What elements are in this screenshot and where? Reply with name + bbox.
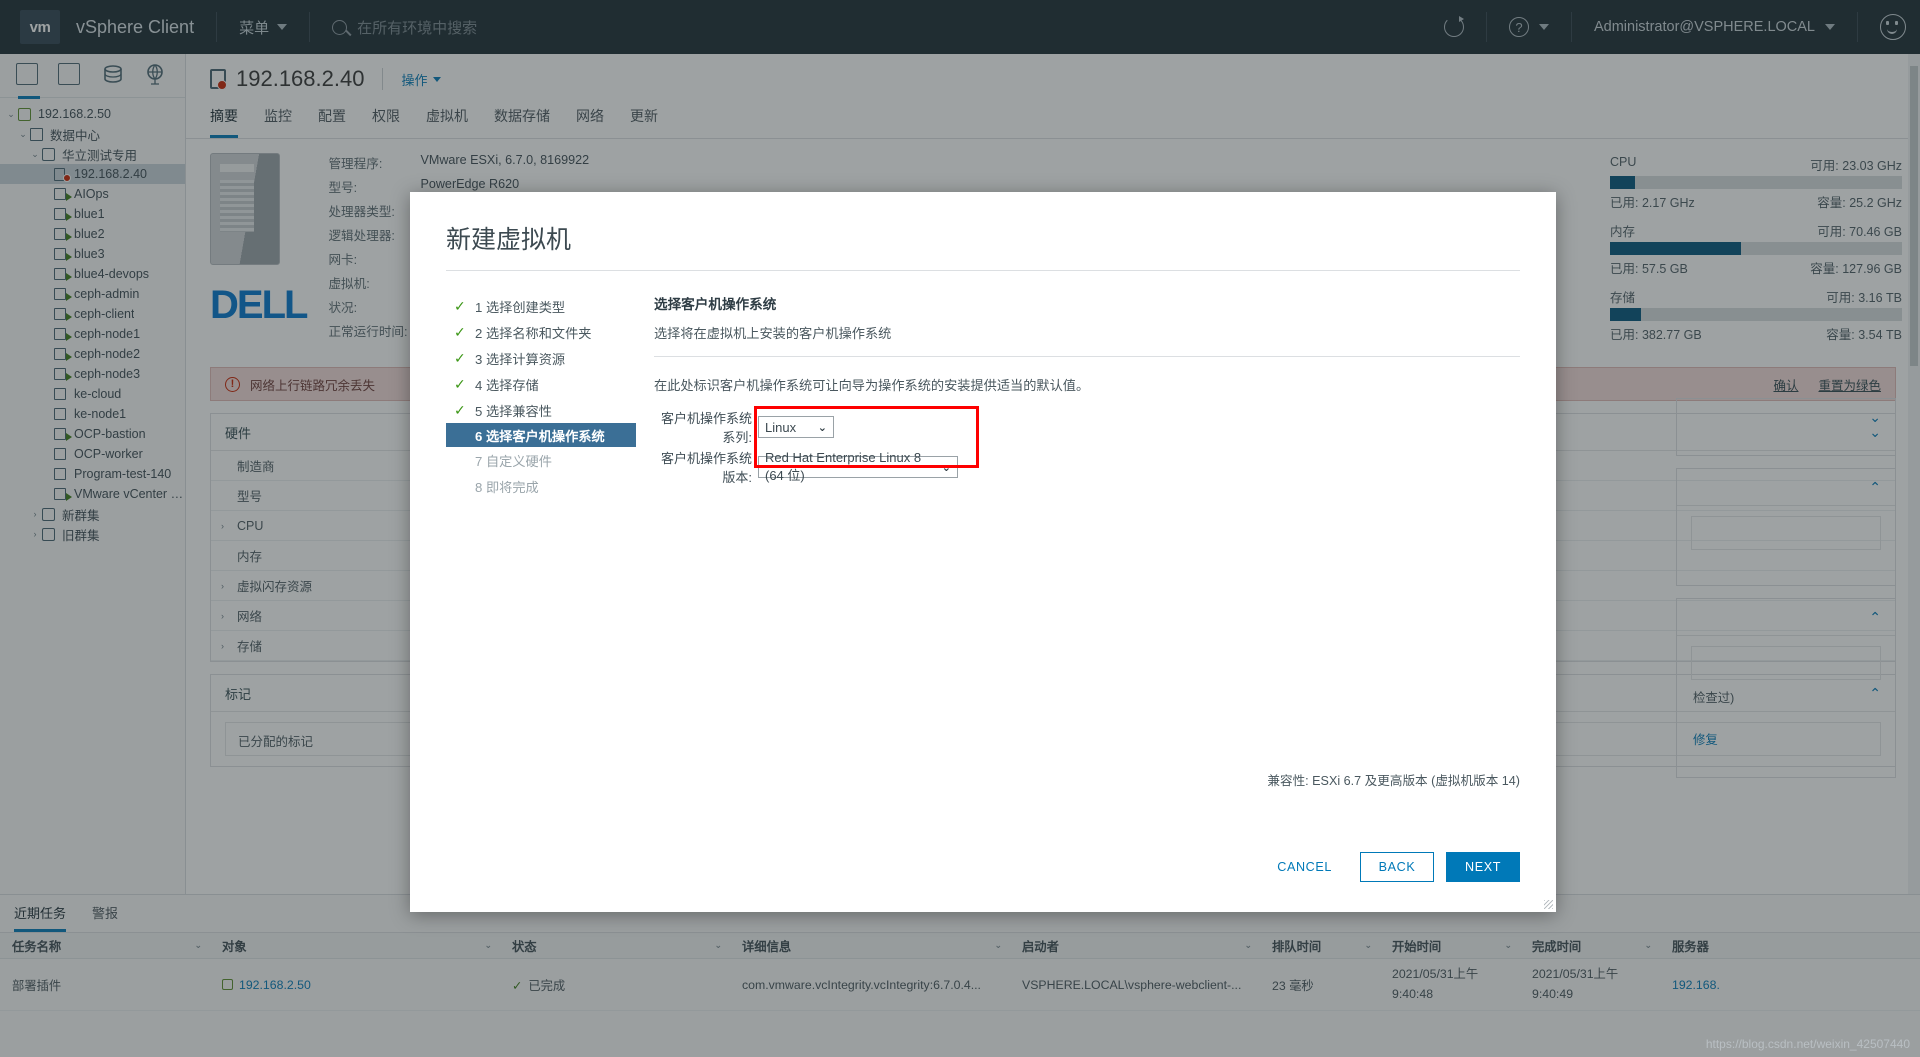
guest-os-family-label: 客户机操作系统系列: [660, 411, 752, 445]
wizard-step-label: 6 选择客户机操作系统 [475, 428, 605, 444]
wizard-step-label: 8 即将完成 [475, 479, 539, 495]
guest-os-version-value: Red Hat Enterprise Linux 8 (64 位) [765, 450, 922, 483]
back-button[interactable]: BACK [1360, 852, 1434, 882]
check-icon: ✓ [454, 375, 466, 392]
wizard-steps[interactable]: ✓ 1 选择创建类型 ✓ 2 选择名称和文件夹 ✓ 3 选择计算资源 ✓ 4 选择存储 ✓ 5 选… [446, 293, 636, 499]
dialog-footer: CANCEL BACK NEXT [1261, 852, 1520, 882]
wizard-step-label: 5 选择兼容性 [475, 403, 552, 419]
wizard-step[interactable]: 6 选择客户机操作系统 [446, 423, 636, 447]
wizard-step[interactable]: ✓ 4 选择存储 [446, 371, 636, 397]
watermark: https://blog.csdn.net/weixin_42507440 [1705, 1037, 1910, 1051]
guest-os-family-select[interactable]: Linux ⌄ [758, 416, 834, 438]
wizard-step[interactable]: ✓ 2 选择名称和文件夹 [446, 319, 636, 345]
wizard-step-label: 3 选择计算资源 [475, 351, 566, 367]
check-icon: ✓ [454, 297, 466, 314]
wizard-step-label: 1 选择创建类型 [475, 299, 566, 315]
wizard-step[interactable]: ✓ 5 选择兼容性 [446, 397, 636, 423]
wizard-step[interactable]: ✓ 3 选择计算资源 [446, 345, 636, 371]
compatibility-text: 兼容性: ESXi 6.7 及更高版本 (虚拟机版本 14) [1267, 774, 1520, 788]
new-virtual-machine-dialog: 新建虚拟机 ✓ 1 选择创建类型 ✓ 2 选择名称和文件夹 ✓ 3 选择计算资源 ✓ 4 选择… [410, 192, 1556, 912]
dialog-title: 新建虚拟机 [446, 226, 572, 254]
check-icon: ✓ [454, 401, 466, 418]
check-icon: ✓ [454, 323, 466, 340]
guest-os-version-select[interactable]: Red Hat Enterprise Linux 8 (64 位) ⌄ [758, 450, 958, 483]
divider [654, 356, 1520, 357]
wizard-step[interactable]: 8 即将完成 [446, 473, 636, 499]
check-icon: ✓ [454, 349, 466, 366]
dialog-resize-handle[interactable] [1544, 900, 1553, 909]
chevron-down-icon: ⌄ [941, 461, 951, 474]
chevron-down-icon: ⌄ [817, 421, 827, 434]
guest-os-family-value: Linux [765, 419, 797, 435]
wizard-step-label: 4 选择存储 [475, 377, 539, 393]
wizard-note: 在此处标识客户机操作系统可让向导为操作系统的安装提供适当的默认值。 [654, 378, 1090, 393]
guest-os-form: 客户机操作系统系列: Linux ⌄ 客户机操作系统版本: Red Hat En… [654, 406, 1520, 485]
wizard-heading: 选择客户机操作系统 [654, 297, 777, 312]
next-button[interactable]: NEXT [1446, 852, 1520, 882]
wizard-subheading: 选择将在虚拟机上安装的客户机操作系统 [654, 326, 892, 341]
wizard-page: 选择客户机操作系统 选择将在虚拟机上安装的客户机操作系统 在此处标识客户机操作系… [636, 293, 1520, 499]
wizard-step-label: 2 选择名称和文件夹 [475, 325, 592, 341]
guest-os-version-label: 客户机操作系统版本: [660, 451, 752, 485]
wizard-step[interactable]: ✓ 1 选择创建类型 [446, 293, 636, 319]
wizard-step[interactable]: 7 自定义硬件 [446, 447, 636, 473]
cancel-button[interactable]: CANCEL [1261, 852, 1348, 882]
wizard-step-label: 7 自定义硬件 [475, 453, 552, 469]
